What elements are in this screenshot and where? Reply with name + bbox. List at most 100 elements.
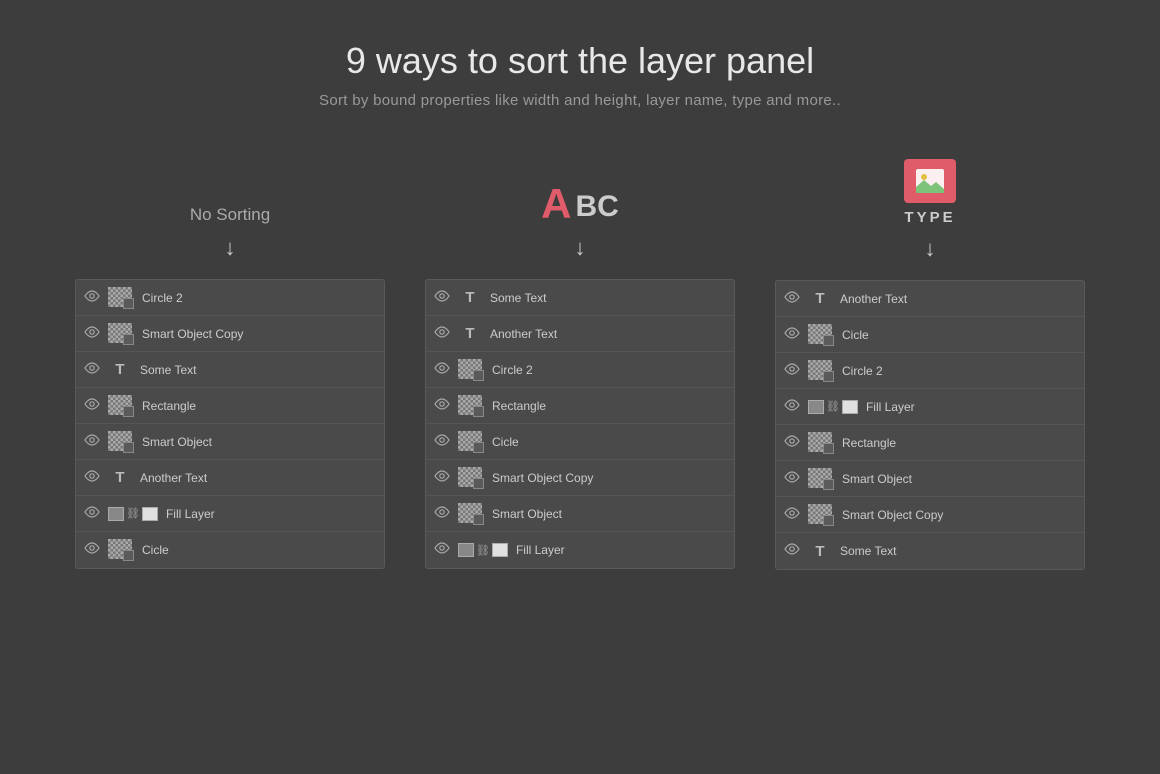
smart-thumb [808, 324, 834, 346]
smart-thumb [108, 287, 134, 309]
layer-name: Some Text [490, 291, 546, 305]
eye-icon[interactable] [434, 289, 450, 307]
layer-thumb: ⛓ [108, 507, 158, 521]
type-image-icon [904, 159, 956, 203]
layer-thumb [808, 324, 834, 346]
eye-icon[interactable] [784, 398, 800, 416]
layer-name: Another Text [490, 327, 557, 341]
layer-row[interactable]: T Some Text [76, 352, 384, 388]
layer-thumb: T [808, 289, 832, 309]
eye-icon[interactable] [84, 361, 100, 379]
layer-name: Smart Object Copy [842, 508, 943, 522]
page-title: 9 ways to sort the layer panel [0, 40, 1160, 82]
page-container: 9 ways to sort the layer panel Sort by b… [0, 0, 1160, 570]
layer-thumb [808, 360, 834, 382]
layer-row[interactable]: Rectangle [426, 388, 734, 424]
eye-icon[interactable] [434, 505, 450, 523]
layer-row[interactable]: Smart Object Copy [426, 460, 734, 496]
panel-label-area-no-sorting: No Sorting ↓ [190, 159, 270, 269]
layer-row[interactable]: ⛓ Fill Layer [776, 389, 1084, 425]
layer-row[interactable]: Circle 2 [426, 352, 734, 388]
sort-arrow: ↓ [575, 235, 586, 261]
sort-arrow: ↓ [224, 235, 235, 261]
layer-row[interactable]: Smart Object [76, 424, 384, 460]
eye-icon[interactable] [84, 397, 100, 415]
sort-arrow: ↓ [925, 236, 936, 262]
eye-icon[interactable] [784, 326, 800, 344]
layer-row[interactable]: Cicle [426, 424, 734, 460]
smart-thumb [458, 503, 484, 525]
eye-icon[interactable] [84, 289, 100, 307]
layer-row[interactable]: Smart Object [776, 461, 1084, 497]
fill-thumb: ⛓ [458, 543, 508, 557]
eye-icon[interactable] [84, 469, 100, 487]
layer-row[interactable]: Circle 2 [776, 353, 1084, 389]
layer-thumb: T [458, 288, 482, 308]
type-label: TYPE [904, 209, 955, 226]
layer-name: Smart Object Copy [142, 327, 243, 341]
sort-label-text: No Sorting [190, 205, 270, 225]
panel-no-sorting: No Sorting ↓ Circle 2 Smart Object Copy T… [75, 159, 385, 570]
layer-thumb: T [458, 324, 482, 344]
eye-icon[interactable] [84, 325, 100, 343]
layer-row[interactable]: T Another Text [76, 460, 384, 496]
layer-thumb [458, 359, 484, 381]
layer-row[interactable]: Rectangle [76, 388, 384, 424]
layer-row[interactable]: Smart Object Copy [776, 497, 1084, 533]
eye-icon[interactable] [784, 470, 800, 488]
eye-icon[interactable] [84, 505, 100, 523]
panel-type-sort: TYPE ↓ T Another Text Cicle Circle 2 [775, 159, 1085, 570]
layer-thumb [108, 287, 134, 309]
eye-icon[interactable] [784, 506, 800, 524]
layer-row[interactable]: Smart Object [426, 496, 734, 532]
layer-thumb [108, 431, 134, 453]
layer-thumb [458, 431, 484, 453]
smart-thumb [108, 539, 134, 561]
layer-row[interactable]: Rectangle [776, 425, 1084, 461]
eye-icon[interactable] [434, 361, 450, 379]
eye-icon[interactable] [84, 541, 100, 559]
panel-label-area-type-sort: TYPE ↓ [904, 159, 956, 270]
layer-name: Fill Layer [866, 400, 915, 414]
eye-icon[interactable] [84, 433, 100, 451]
layer-thumb [808, 504, 834, 526]
fill-thumb: ⛓ [108, 507, 158, 521]
layer-row[interactable]: T Some Text [776, 533, 1084, 569]
eye-icon[interactable] [784, 290, 800, 308]
eye-icon[interactable] [784, 362, 800, 380]
text-thumb: T [458, 288, 482, 308]
layer-row[interactable]: ⛓ Fill Layer [426, 532, 734, 568]
layer-row[interactable]: Cicle [776, 317, 1084, 353]
layer-row[interactable]: Circle 2 [76, 280, 384, 316]
layer-thumb [108, 539, 134, 561]
fill-thumb: ⛓ [808, 400, 858, 414]
text-thumb: T [108, 360, 132, 380]
layer-name: Some Text [840, 544, 896, 558]
eye-icon[interactable] [434, 433, 450, 451]
layer-row[interactable]: Smart Object Copy [76, 316, 384, 352]
layer-row[interactable]: T Another Text [426, 316, 734, 352]
layer-row[interactable]: Cicle [76, 532, 384, 568]
layer-thumb: T [108, 360, 132, 380]
layer-row[interactable]: ⛓ Fill Layer [76, 496, 384, 532]
smart-thumb [458, 395, 484, 417]
page-subtitle: Sort by bound properties like width and … [0, 92, 1160, 109]
eye-icon[interactable] [434, 325, 450, 343]
eye-icon[interactable] [784, 434, 800, 452]
header: 9 ways to sort the layer panel Sort by b… [0, 0, 1160, 129]
layer-name: Another Text [140, 471, 207, 485]
eye-icon[interactable] [784, 542, 800, 560]
layer-name: Circle 2 [492, 363, 533, 377]
layer-name: Cicle [492, 435, 519, 449]
layer-row[interactable]: T Some Text [426, 280, 734, 316]
layer-thumb: T [108, 468, 132, 488]
eye-icon[interactable] [434, 397, 450, 415]
layer-name: Smart Object Copy [492, 471, 593, 485]
layer-name: Smart Object [142, 435, 212, 449]
layer-row[interactable]: T Another Text [776, 281, 1084, 317]
layer-name: Smart Object [842, 472, 912, 486]
layer-thumb [808, 432, 834, 454]
layer-name: Rectangle [142, 399, 196, 413]
eye-icon[interactable] [434, 541, 450, 559]
eye-icon[interactable] [434, 469, 450, 487]
